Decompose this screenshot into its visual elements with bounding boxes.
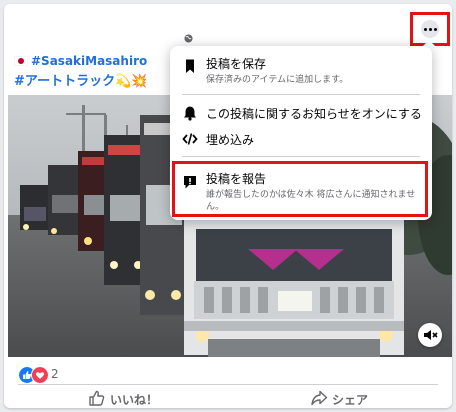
bell-icon <box>184 106 196 121</box>
menu-item-embed[interactable]: 埋め込み <box>170 128 432 150</box>
hashtag-art-truck[interactable]: #アートトラック💫💥 <box>14 70 148 89</box>
menu-item-title: この投稿に関するお知らせをオンにする <box>206 107 422 121</box>
hashtag1-text: #SasakiMasahiro <box>31 54 148 68</box>
mute-button[interactable] <box>418 323 442 347</box>
menu-item-subtitle: 保存済みのアイテムに追加します。 <box>206 75 349 85</box>
japan-flag-icon <box>14 56 28 66</box>
like-label: いいね！ <box>110 393 159 407</box>
actions-divider <box>18 384 438 385</box>
globe-icon <box>184 34 193 43</box>
report-highlight-box <box>172 161 428 217</box>
share-button[interactable]: シェア <box>310 388 380 408</box>
hashtag2-text: #アートトラック <box>14 74 116 89</box>
speaker-muted-icon <box>424 330 438 340</box>
bookmark-icon <box>186 59 194 73</box>
hashtag-sasaki-masahiro[interactable]: #SasakiMasahiro <box>14 54 147 68</box>
hashtag2-emoji: 💫💥 <box>115 74 148 89</box>
menu-item-title: 投稿を保存 <box>206 57 267 71</box>
menu-separator <box>182 94 420 95</box>
thumbs-up-icon <box>89 390 105 406</box>
menu-item-title: 埋め込み <box>206 133 255 147</box>
code-icon <box>182 133 198 145</box>
menu-item-save-post[interactable]: 投稿を保存 保存済みのアイテムに追加します。 <box>170 52 432 88</box>
menu-separator <box>182 156 420 157</box>
menu-item-turn-on-notifications[interactable]: この投稿に関するお知らせをオンにする <box>170 102 432 124</box>
reaction-count: 2 <box>51 367 59 381</box>
more-horizontal-icon <box>421 20 439 38</box>
share-arrow-icon <box>311 390 328 406</box>
like-button[interactable]: いいね！ <box>88 388 168 408</box>
love-reaction-icon <box>31 366 49 384</box>
share-label: シェア <box>332 393 369 407</box>
